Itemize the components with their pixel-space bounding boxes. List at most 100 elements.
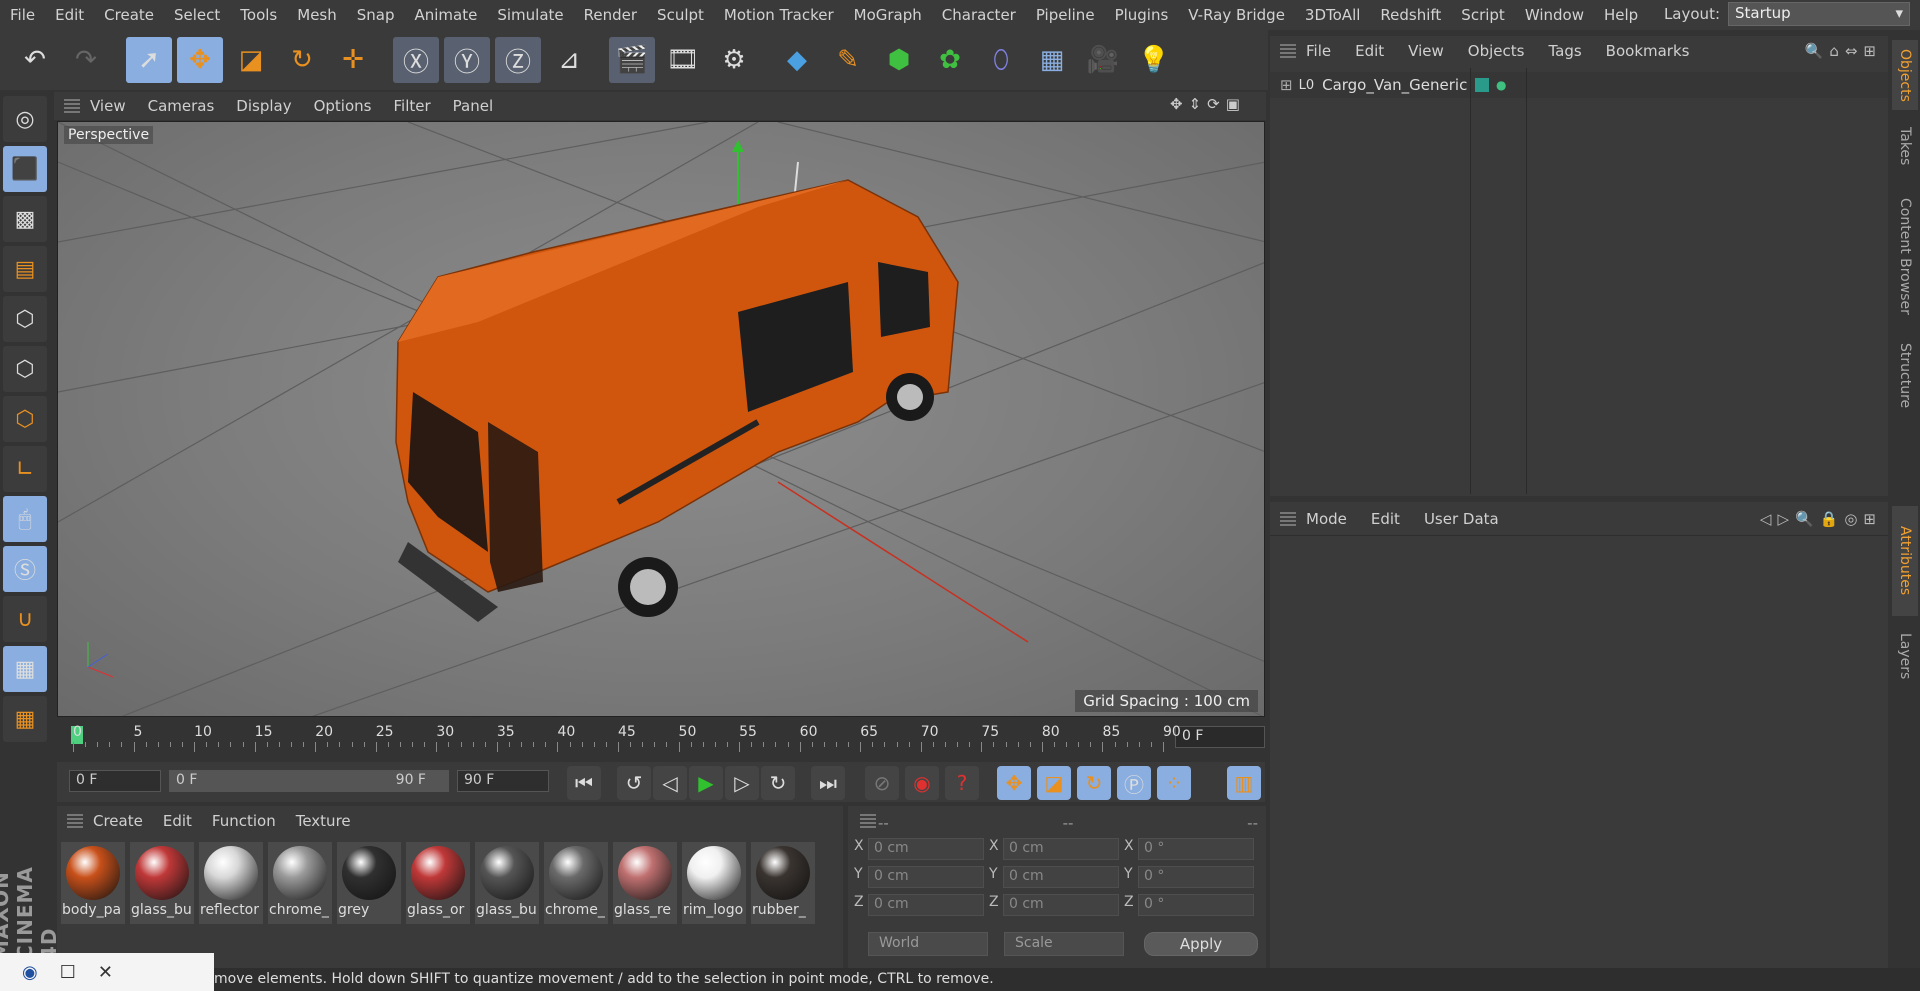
material-menu-create[interactable]: Create xyxy=(93,812,143,830)
select-tool-icon[interactable]: ➚ xyxy=(126,37,172,83)
object-menu-tags[interactable]: Tags xyxy=(1548,42,1581,60)
object-name[interactable]: Cargo_Van_Generic xyxy=(1322,76,1467,94)
attribute-menu-user-data[interactable]: User Data xyxy=(1424,510,1499,528)
menu-item-sculpt[interactable]: Sculpt xyxy=(647,6,714,24)
keyframe-selection-icon[interactable]: ? xyxy=(945,766,979,800)
panel-grip-icon[interactable] xyxy=(64,99,80,113)
material-swatch[interactable]: reflector xyxy=(199,842,263,924)
viewport-menu-filter[interactable]: Filter xyxy=(393,97,430,115)
texture-mode-icon[interactable]: ▩ xyxy=(3,196,47,242)
apply-button[interactable]: Apply xyxy=(1144,932,1258,956)
redo-icon[interactable]: ↷ xyxy=(63,37,109,83)
coord-system-dropdown[interactable]: World xyxy=(868,932,988,956)
prev-key-icon[interactable]: ↺ xyxy=(617,766,651,800)
object-menu-view[interactable]: View xyxy=(1408,42,1444,60)
material-menu-edit[interactable]: Edit xyxy=(163,812,192,830)
viewport-menu-panel[interactable]: Panel xyxy=(453,97,493,115)
menu-item-3dtoall[interactable]: 3DToAll xyxy=(1295,6,1370,24)
tab-objects[interactable]: Objects xyxy=(1892,40,1918,110)
material-swatch[interactable]: glass_bu xyxy=(475,842,539,924)
end-frame-field[interactable]: 90 F xyxy=(457,770,549,792)
panel-grip-icon[interactable] xyxy=(1280,44,1296,58)
menu-item-redshift[interactable]: Redshift xyxy=(1370,6,1451,24)
cube-icon[interactable]: ◆ xyxy=(774,37,820,83)
menu-item-select[interactable]: Select xyxy=(164,6,230,24)
object-row[interactable]: ⊞ L0 Cargo_Van_Generic ● xyxy=(1270,72,1888,98)
tab-content-browser[interactable]: Content Browser xyxy=(1892,181,1918,331)
coord-value-field[interactable]: 0 cm xyxy=(868,894,984,916)
maximize-icon[interactable]: ☐ xyxy=(60,962,76,983)
light-icon[interactable]: 💡 xyxy=(1131,37,1177,83)
workplane-icon[interactable]: ▤ xyxy=(3,246,47,292)
attribute-menu-mode[interactable]: Mode xyxy=(1306,510,1347,528)
menu-item-v-ray-bridge[interactable]: V-Ray Bridge xyxy=(1178,6,1295,24)
transform-tool-icon[interactable]: ✛ xyxy=(330,37,376,83)
next-key-icon[interactable]: ↻ xyxy=(761,766,795,800)
edge-mode-icon[interactable]: ⬡ xyxy=(3,346,47,392)
expand-icon[interactable]: ⊞ xyxy=(1280,76,1293,94)
material-menu-texture[interactable]: Texture xyxy=(296,812,351,830)
coord-value-field[interactable]: 0 cm xyxy=(1003,838,1119,860)
menu-item-snap[interactable]: Snap xyxy=(347,6,405,24)
key-rotation-icon[interactable]: ↻ xyxy=(1077,766,1111,800)
undo-icon[interactable]: ↶ xyxy=(12,37,58,83)
next-frame-icon[interactable]: ▷ xyxy=(725,766,759,800)
menu-item-edit[interactable]: Edit xyxy=(45,6,94,24)
render-view-icon[interactable]: 🎬 xyxy=(609,37,655,83)
cloner-icon[interactable]: ✿ xyxy=(927,37,973,83)
subdivision-icon[interactable]: ⬢ xyxy=(876,37,922,83)
menu-item-mesh[interactable]: Mesh xyxy=(287,6,347,24)
coord-value-field[interactable]: 0 ° xyxy=(1138,866,1254,888)
tab-takes[interactable]: Takes xyxy=(1892,116,1918,176)
solo-mode-icon[interactable]: Ⓢ xyxy=(3,546,47,592)
material-swatch[interactable]: chrome_ xyxy=(544,842,608,924)
auto-key-icon[interactable]: ◉ xyxy=(905,766,939,800)
object-manager-tools[interactable]: 🔍⌂⇔⊞ xyxy=(1805,42,1882,60)
attribute-menu-edit[interactable]: Edit xyxy=(1371,510,1400,528)
object-menu-objects[interactable]: Objects xyxy=(1468,42,1525,60)
visibility-dots-icon[interactable]: ● xyxy=(1496,78,1506,92)
object-menu-edit[interactable]: Edit xyxy=(1355,42,1384,60)
range-slider[interactable]: 0 F 90 F xyxy=(169,770,449,792)
menu-item-file[interactable]: File xyxy=(0,6,45,24)
menu-item-help[interactable]: Help xyxy=(1594,6,1648,24)
go-to-start-icon[interactable]: ⏮ xyxy=(567,766,601,800)
z-axis-icon[interactable]: Ⓩ xyxy=(495,37,541,83)
menu-item-simulate[interactable]: Simulate xyxy=(487,6,573,24)
material-swatch[interactable]: grey xyxy=(337,842,401,924)
key-scale-icon[interactable]: ◪ xyxy=(1037,766,1071,800)
viewport-menu-options[interactable]: Options xyxy=(314,97,372,115)
current-frame-field[interactable]: 0 F xyxy=(1175,726,1265,748)
size-mode-dropdown[interactable]: Scale xyxy=(1004,932,1124,956)
pen-spline-icon[interactable]: ✎ xyxy=(825,37,871,83)
object-menu-bookmarks[interactable]: Bookmarks xyxy=(1606,42,1690,60)
coord-value-field[interactable]: 0 ° xyxy=(1138,838,1254,860)
material-swatch[interactable]: chrome_ xyxy=(268,842,332,924)
menu-item-create[interactable]: Create xyxy=(94,6,164,24)
polygon-mode-icon[interactable]: ⬡ xyxy=(3,396,47,442)
menu-item-window[interactable]: Window xyxy=(1515,6,1594,24)
material-swatch[interactable]: body_pa xyxy=(61,842,125,924)
material-swatch[interactable]: rim_logo xyxy=(682,842,746,924)
menu-item-mograph[interactable]: MoGraph xyxy=(844,6,932,24)
tab-attributes[interactable]: Attributes xyxy=(1892,506,1918,616)
lock-workplane-icon[interactable]: ▦ xyxy=(3,646,47,692)
coord-value-field[interactable]: 0 cm xyxy=(1003,894,1119,916)
layout-dropdown[interactable]: Startup xyxy=(1728,2,1910,26)
perspective-viewport[interactable]: Perspective Grid Spacing : 100 cm xyxy=(57,121,1265,717)
coord-value-field[interactable]: 0 cm xyxy=(1003,866,1119,888)
menu-item-render[interactable]: Render xyxy=(574,6,647,24)
coord-value-field[interactable]: 0 cm xyxy=(868,866,984,888)
material-swatch[interactable]: rubber_ xyxy=(751,842,815,924)
viewport-menu-display[interactable]: Display xyxy=(236,97,291,115)
viewport-menu-view[interactable]: View xyxy=(90,97,126,115)
y-axis-icon[interactable]: Ⓨ xyxy=(444,37,490,83)
x-axis-icon[interactable]: Ⓧ xyxy=(393,37,439,83)
menu-item-character[interactable]: Character xyxy=(932,6,1026,24)
menu-item-pipeline[interactable]: Pipeline xyxy=(1026,6,1105,24)
tab-structure[interactable]: Structure xyxy=(1892,336,1918,416)
start-frame-field[interactable]: 0 F xyxy=(69,770,161,792)
camera-icon[interactable]: 🎥 xyxy=(1080,37,1126,83)
key-position-icon[interactable]: ✥ xyxy=(997,766,1031,800)
tab-layers[interactable]: Layers xyxy=(1892,621,1918,691)
